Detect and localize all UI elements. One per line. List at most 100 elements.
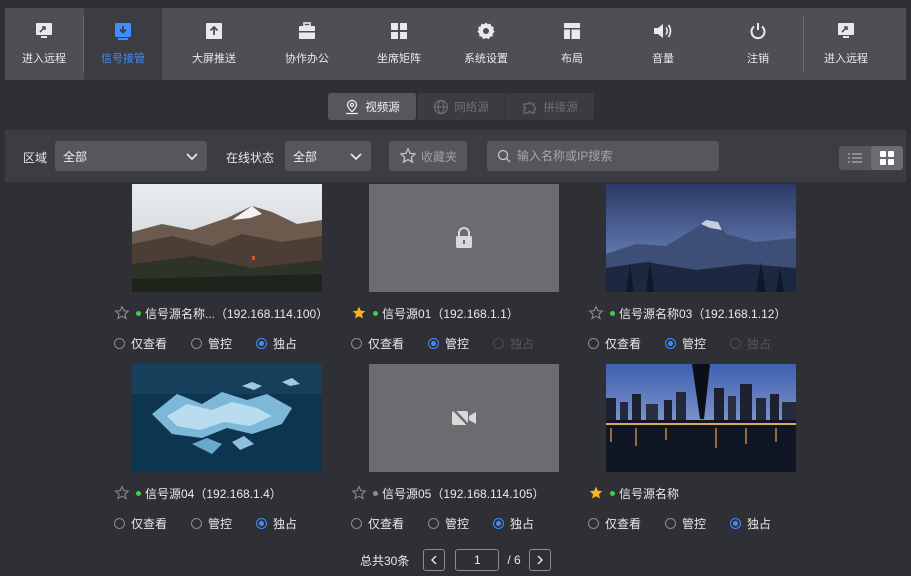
nav-seat-matrix[interactable]: 坐席矩阵	[360, 8, 438, 80]
nav-system-settings[interactable]: 系统设置	[447, 8, 525, 80]
top-nav: 进入远程 信号接管 大屏推送 协作办公 坐席矩阵 系统设置 布局 音量 注销 进…	[5, 8, 906, 80]
status-select[interactable]: 全部	[285, 141, 371, 171]
nav-remote-right[interactable]: 进入远程	[807, 8, 885, 80]
tab-video-source[interactable]: 视频源	[328, 93, 416, 120]
source-info: 信号源01（192.168.1.1）	[351, 302, 519, 324]
source-thumbnail[interactable]	[132, 184, 322, 292]
radio-exclusive[interactable]: 独占	[493, 515, 534, 532]
source-info: 信号源名称03（192.168.1.12）	[588, 302, 786, 324]
nav-label: 注销	[747, 53, 769, 65]
access-mode-group: 仅查看 管控 独占	[588, 334, 795, 352]
radio-control[interactable]: 管控	[428, 335, 469, 352]
favorites-button[interactable]: 收藏夹	[389, 141, 467, 171]
tab-network-source[interactable]: 网络源	[416, 93, 505, 120]
radio-control[interactable]: 管控	[665, 335, 706, 352]
nav-logout[interactable]: 注销	[719, 8, 797, 80]
chevron-down-icon	[349, 149, 363, 166]
source-name: 信号源名称	[619, 486, 680, 501]
nav-label: 进入远程	[824, 53, 868, 65]
source-info: 信号源名称	[588, 482, 679, 504]
nav-remote-left[interactable]: 进入远程	[5, 8, 83, 80]
access-mode-group: 仅查看 管控 独占	[114, 334, 321, 352]
star-filled-icon[interactable]	[351, 305, 367, 321]
radio-view-only[interactable]: 仅查看	[114, 515, 167, 532]
search-box	[487, 141, 719, 171]
power-icon	[747, 20, 769, 42]
star-filled-icon[interactable]	[588, 485, 604, 501]
remote-icon	[835, 20, 857, 42]
next-page-button[interactable]	[528, 549, 551, 571]
radio-exclusive[interactable]: 独占	[256, 335, 297, 352]
radio-control[interactable]: 管控	[428, 515, 469, 532]
chevron-down-icon	[185, 149, 199, 166]
source-name: 信号源名称...（192.168.114.100）	[145, 306, 329, 321]
source-thumbnail[interactable]	[369, 364, 559, 472]
list-icon	[848, 152, 862, 164]
source-card[interactable]: 信号源名称03（192.168.1.12） 仅查看 管控 独占	[588, 184, 828, 362]
briefcase-icon	[296, 20, 318, 42]
nav-volume[interactable]: 音量	[624, 8, 702, 80]
tab-splice-source[interactable]: 拼接源	[505, 93, 594, 120]
source-card[interactable]: 信号源名称 仅查看 管控 独占	[588, 364, 828, 542]
radio-circle	[256, 517, 268, 529]
radio-circle	[114, 337, 125, 349]
page-input[interactable]	[455, 549, 500, 571]
source-card[interactable]: 信号源01（192.168.1.1） 仅查看 管控 独占	[351, 184, 591, 362]
star-outline-icon[interactable]	[351, 485, 367, 501]
radio-view-only[interactable]: 仅查看	[588, 515, 641, 532]
radio-label: 仅查看	[605, 516, 642, 531]
radio-control[interactable]: 管控	[191, 335, 232, 352]
total-count: 总共30条	[360, 553, 410, 568]
app-frame: 进入远程 信号接管 大屏推送 协作办公 坐席矩阵 系统设置 布局 音量 注销 进…	[5, 8, 906, 573]
nav-signal-takeover[interactable]: 信号接管	[84, 8, 162, 80]
search-input[interactable]	[517, 149, 707, 163]
radio-view-only[interactable]: 仅查看	[114, 335, 167, 352]
city-night-image	[606, 364, 796, 472]
source-thumbnail[interactable]	[606, 364, 796, 472]
nav-label: 进入远程	[22, 53, 66, 65]
chevron-left-icon	[431, 555, 437, 565]
radio-circle	[730, 337, 742, 349]
nav-layout[interactable]: 布局	[533, 8, 611, 80]
star-outline-icon[interactable]	[114, 485, 130, 501]
layout-icon	[561, 20, 583, 42]
radio-exclusive[interactable]: 独占	[730, 515, 771, 532]
list-view-button[interactable]	[839, 146, 871, 170]
radio-view-only[interactable]: 仅查看	[588, 335, 641, 352]
source-thumbnail[interactable]	[132, 364, 322, 472]
volume-icon	[652, 20, 674, 42]
search-icon	[497, 149, 511, 163]
source-thumbnail[interactable]	[369, 184, 559, 292]
grid-view-button[interactable]	[871, 146, 903, 170]
nav-screen-push[interactable]: 大屏推送	[175, 8, 253, 80]
source-info: 信号源04（192.168.1.4）	[114, 482, 282, 504]
region-select[interactable]: 全部	[55, 141, 207, 171]
radio-circle	[351, 517, 362, 529]
nav-collab-office[interactable]: 协作办公	[268, 8, 346, 80]
radio-view-only[interactable]: 仅查看	[351, 515, 404, 532]
grid-icon	[388, 20, 410, 42]
radio-circle	[191, 517, 203, 529]
radio-control[interactable]: 管控	[665, 515, 706, 532]
radio-circle	[256, 337, 268, 349]
radio-label: 仅查看	[131, 516, 168, 531]
source-thumbnail[interactable]	[606, 184, 796, 292]
radio-circle	[191, 337, 203, 349]
star-outline-icon	[399, 147, 417, 165]
source-card[interactable]: 信号源04（192.168.1.4） 仅查看 管控 独占	[114, 364, 354, 542]
remote-icon	[33, 20, 55, 42]
view-toggle	[839, 146, 903, 170]
source-card[interactable]: 信号源名称...（192.168.114.100） 仅查看 管控 独占	[114, 184, 354, 362]
source-card[interactable]: 信号源05（192.168.114.105） 仅查看 管控 独占	[351, 364, 591, 542]
radio-exclusive[interactable]: 独占	[256, 515, 297, 532]
radio-circle	[730, 517, 742, 529]
radio-view-only[interactable]: 仅查看	[351, 335, 404, 352]
star-outline-icon[interactable]	[114, 305, 130, 321]
tab-label: 视频源	[365, 101, 400, 114]
radio-control[interactable]: 管控	[191, 515, 232, 532]
radio-label: 仅查看	[131, 336, 168, 351]
online-status-dot	[373, 310, 378, 316]
star-outline-icon[interactable]	[588, 305, 604, 321]
prev-page-button[interactable]	[423, 549, 446, 571]
radio-label: 独占	[273, 336, 298, 351]
